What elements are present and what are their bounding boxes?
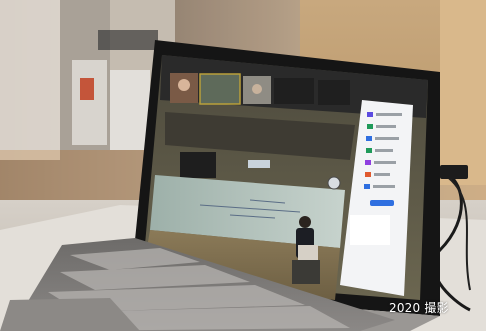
photo-caption: 2020 撮影 — [389, 301, 449, 315]
photo-laptop-online-lecture — [0, 0, 486, 331]
